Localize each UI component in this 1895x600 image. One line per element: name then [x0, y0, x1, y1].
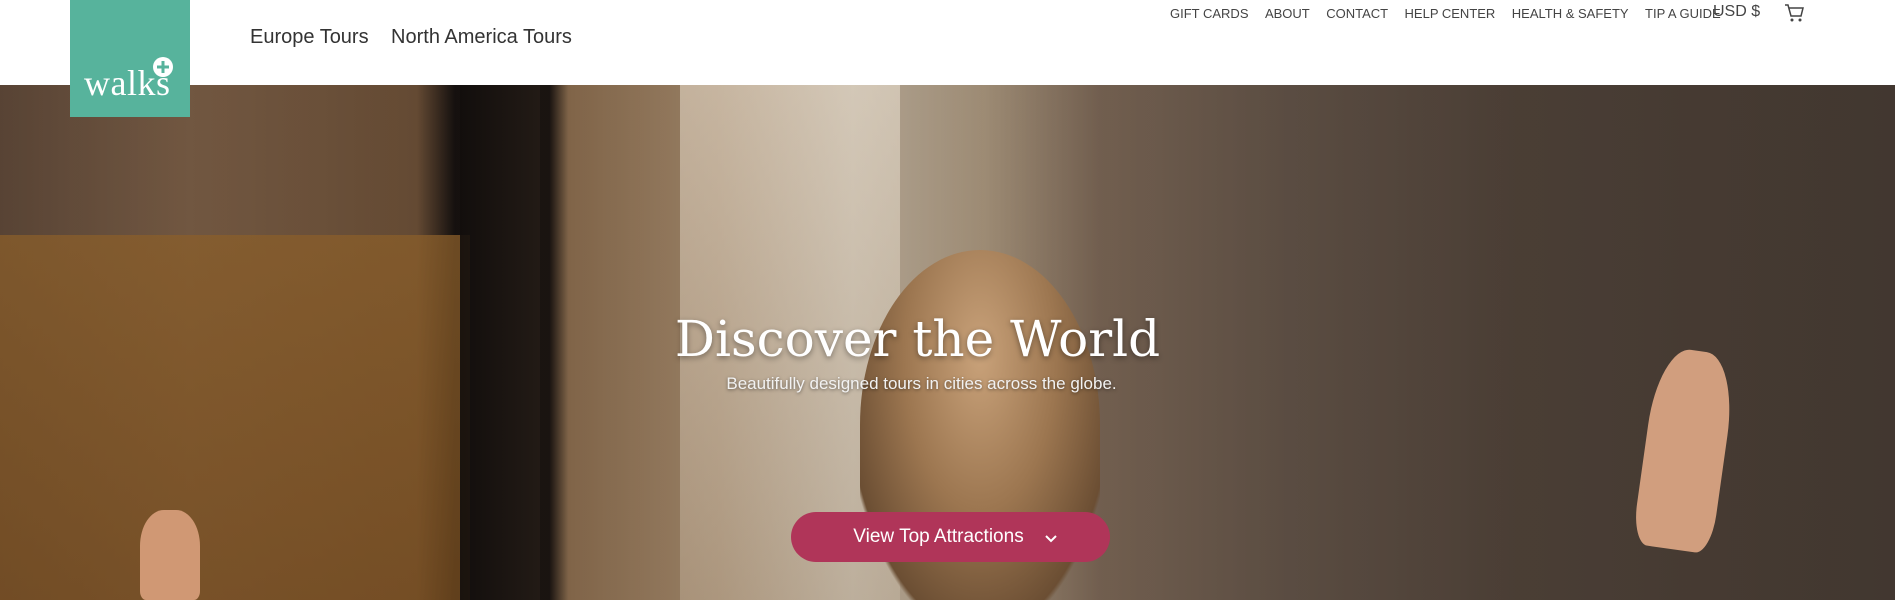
hero-image-wall: [0, 235, 470, 600]
nav-north-america-tours[interactable]: North America Tours: [391, 26, 572, 49]
logo-text: walks: [84, 63, 171, 103]
chevron-down-icon: [1044, 535, 1057, 543]
view-top-attractions-button[interactable]: View Top Attractions: [791, 512, 1110, 562]
nav-help-center[interactable]: HELP CENTER: [1405, 6, 1496, 21]
main-nav: Europe Tours North America Tours: [250, 26, 590, 49]
nav-gift-cards[interactable]: GIFT CARDS: [1170, 6, 1249, 21]
utility-nav: GIFT CARDS ABOUT CONTACT HELP CENTER HEA…: [1170, 5, 1733, 23]
cart-icon[interactable]: [1784, 3, 1806, 23]
site-header: Europe Tours North America Tours GIFT CA…: [0, 0, 1895, 85]
nav-tip-a-guide[interactable]: TIP A GUIDE: [1645, 6, 1721, 21]
nav-europe-tours[interactable]: Europe Tours: [250, 26, 369, 49]
hero-subtitle: Beautifully designed tours in cities acr…: [726, 374, 1117, 393]
hero-content: Discover the World Beautifully designed …: [0, 310, 1895, 394]
hero-image-hand-left: [140, 510, 200, 600]
hero-title: Discover the World: [674, 310, 1161, 368]
nav-about[interactable]: ABOUT: [1265, 6, 1310, 21]
logo[interactable]: walks: [70, 0, 190, 117]
currency-selector[interactable]: USD $: [1713, 3, 1760, 21]
cta-label: View Top Attractions: [853, 526, 1024, 547]
nav-health-safety[interactable]: HEALTH & SAFETY: [1512, 6, 1629, 21]
nav-contact[interactable]: CONTACT: [1326, 6, 1388, 21]
